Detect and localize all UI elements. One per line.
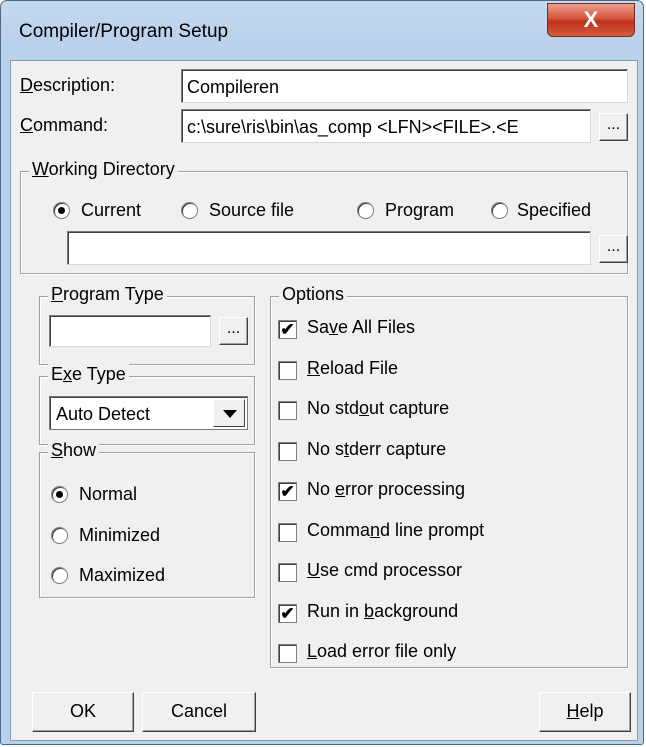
option-checkbox-7[interactable]: ✔ (278, 603, 297, 623)
radio-current-label: Current (81, 200, 142, 220)
radio-normal-label: Normal (79, 484, 138, 504)
radio-specified[interactable] (491, 202, 508, 219)
exe-type-label: Exe Type (48, 364, 129, 385)
radio-maximized-label: Maximized (79, 565, 166, 585)
dialog-window: Compiler/Program Setup X Description: Co… (0, 0, 644, 745)
working-directory-input[interactable] (67, 231, 591, 265)
description-input[interactable]: Compileren (181, 69, 628, 103)
command-input[interactable]: c:\sure\ris\bin\as_comp <LFN><FILE>.<E (181, 109, 591, 143)
option-label-5: Command line prompt (307, 519, 485, 540)
options-label: Options (279, 284, 348, 305)
option-checkbox-3[interactable] (278, 441, 297, 461)
working-directory-label: Working Directory (29, 159, 178, 180)
program-type-browse-button[interactable]: ... (219, 317, 248, 345)
command-browse-button[interactable]: ... (599, 113, 628, 141)
radio-minimized[interactable] (51, 527, 68, 544)
radio-program[interactable] (357, 202, 374, 219)
chevron-down-icon[interactable] (213, 399, 245, 427)
option-checkbox-0[interactable]: ✔ (278, 320, 297, 339)
option-label-8: Load error file only (307, 641, 457, 661)
description-label: Description: (20, 75, 116, 95)
close-icon: X (583, 7, 599, 32)
radio-minimized-label: Minimized (79, 525, 161, 545)
command-label: Command: (20, 115, 109, 135)
window-title: Compiler/Program Setup (19, 21, 229, 42)
program-type-input[interactable] (49, 315, 211, 347)
help-button[interactable]: Help (539, 692, 631, 732)
ok-button[interactable]: OK (32, 692, 134, 732)
radio-source-file[interactable] (181, 202, 198, 219)
exe-type-select[interactable]: Auto Detect (49, 396, 248, 430)
radio-program-label: Program (385, 200, 455, 220)
option-checkbox-4[interactable]: ✔ (278, 482, 297, 501)
radio-maximized[interactable] (51, 567, 68, 584)
option-checkbox-2[interactable] (278, 401, 297, 420)
option-checkbox-1[interactable] (278, 360, 297, 380)
radio-specified-label: Specified (517, 200, 592, 220)
program-type-label: Program Type (48, 284, 167, 305)
option-label-7: Run in background (307, 600, 459, 621)
option-checkbox-8[interactable] (278, 644, 297, 663)
radio-source-file-label: Source file (209, 200, 295, 220)
working-directory-browse-button[interactable]: ... (599, 235, 628, 263)
option-label-4: No error processing (307, 479, 466, 499)
close-button[interactable]: X (547, 3, 635, 37)
radio-normal[interactable] (51, 486, 68, 503)
option-label-1: Reload File (307, 357, 399, 378)
dialog-client-area: Description: Compileren Command: c:\sure… (10, 60, 638, 741)
option-checkbox-6[interactable] (278, 563, 297, 582)
option-label-0: Save All Files (307, 317, 416, 337)
cancel-button[interactable]: Cancel (142, 692, 256, 732)
title-bar[interactable]: Compiler/Program Setup X (1, 1, 643, 53)
show-label: Show (48, 440, 100, 461)
option-checkbox-5[interactable] (278, 522, 297, 542)
option-label-2: No stdout capture (307, 398, 450, 418)
option-label-3: No stderr capture (307, 438, 447, 459)
option-label-6: Use cmd processor (307, 560, 463, 580)
radio-current[interactable] (53, 202, 70, 219)
exe-type-value: Auto Detect (56, 404, 151, 424)
